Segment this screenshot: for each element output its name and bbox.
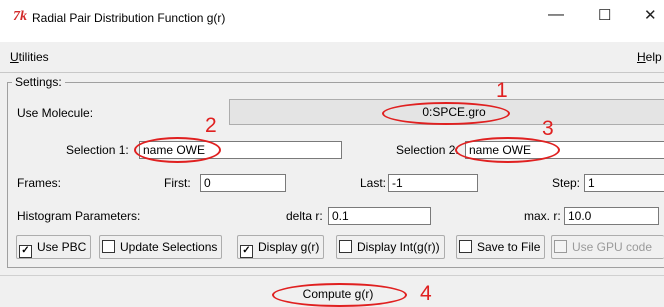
menu-utilities[interactable]: Utilities <box>10 50 49 64</box>
close-button[interactable]: ✕ <box>644 6 657 24</box>
annotation-number-2: 2 <box>205 114 217 137</box>
selection1-input[interactable]: name OWE <box>139 141 342 159</box>
delta-r-label: delta r: <box>286 209 323 223</box>
max-r-input[interactable]: 10.0 <box>564 207 659 225</box>
use-gpu-code-checkbox[interactable]: Use GPU code <box>551 235 664 259</box>
minimize-button[interactable]: — <box>548 6 564 24</box>
step-label: Step: <box>552 176 581 190</box>
delta-r-input[interactable]: 0.1 <box>328 207 431 225</box>
selection2-label: Selection 2: <box>396 143 459 157</box>
selection2-input[interactable]: name OWE <box>465 141 664 159</box>
selection1-label: Selection 1: <box>66 143 129 157</box>
last-frame-input[interactable]: -1 <box>388 174 478 192</box>
update-selections-checkmark <box>102 240 115 253</box>
max-r-label: max. r: <box>524 209 561 223</box>
frames-label: Frames: <box>17 176 62 190</box>
annotation-number-1: 1 <box>496 79 508 102</box>
title-bar: 7k Radial Pair Distribution Function g(r… <box>0 0 664 42</box>
maximize-button[interactable]: ☐ <box>598 6 611 24</box>
use-pbc-checkmark: ✓ <box>19 245 32 258</box>
use-pbc-checkbox[interactable]: ✓ Use PBC <box>16 235 92 259</box>
histogram-label: Histogram Parameters: <box>17 209 141 223</box>
display-int-gr-checkbox[interactable]: Display Int(g(r)) <box>336 235 445 259</box>
menu-help[interactable]: Help <box>637 50 662 64</box>
last-label: Last: <box>360 176 387 190</box>
separator <box>0 275 664 276</box>
tk-logo-icon: 7k <box>13 9 27 24</box>
settings-legend: Settings: <box>12 75 65 89</box>
step-input[interactable]: 1 <box>584 174 664 192</box>
annotation-number-4: 4 <box>420 282 432 305</box>
display-int-gr-checkmark <box>339 240 352 253</box>
first-frame-input[interactable]: 0 <box>200 174 286 192</box>
update-selections-checkbox[interactable]: Update Selections <box>99 235 223 259</box>
display-gr-checkbox[interactable]: ✓ Display g(r) <box>237 235 325 259</box>
display-gr-checkmark: ✓ <box>240 245 253 258</box>
molecule-menubutton[interactable]: 0:SPCE.gro <box>229 99 664 125</box>
save-to-file-checkmark <box>459 240 472 253</box>
save-to-file-checkbox[interactable]: Save to File <box>456 235 546 259</box>
first-label: First: <box>164 176 191 190</box>
menu-bar: Utilities Help <box>0 42 664 73</box>
annotation-number-3: 3 <box>542 117 554 140</box>
use-molecule-label: Use Molecule: <box>17 106 94 120</box>
use-gpu-code-checkmark <box>554 240 567 253</box>
window-title: Radial Pair Distribution Function g(r) <box>32 11 226 25</box>
compute-gr-button[interactable]: Compute g(r) <box>268 283 408 305</box>
